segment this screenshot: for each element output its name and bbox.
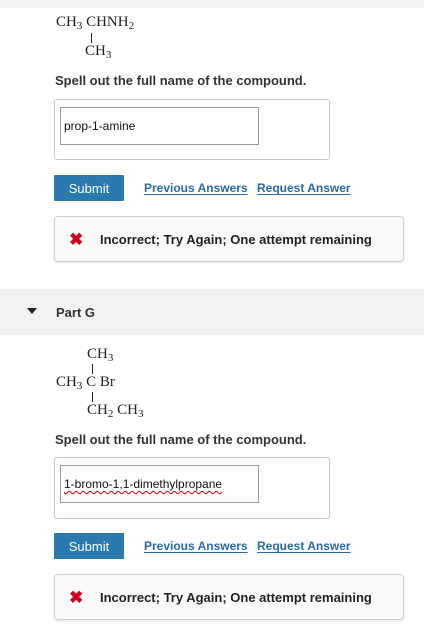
- bond-line: [91, 33, 92, 43]
- bond-line: [92, 364, 93, 374]
- bond-line: [92, 392, 93, 402]
- feedback-incorrect: ✖ Incorrect; Try Again; One attempt rema…: [54, 216, 404, 262]
- feedback-text: Incorrect; Try Again; One attempt remain…: [100, 231, 372, 247]
- submit-button[interactable]: Submit: [54, 533, 124, 559]
- request-answer-link[interactable]: Request Answer: [257, 181, 351, 195]
- feedback-text: Incorrect; Try Again; One attempt remain…: [100, 589, 372, 605]
- answer-input[interactable]: prop-1-amine: [60, 107, 259, 145]
- structure-top-group: CH3: [87, 346, 114, 364]
- previous-answers-link[interactable]: Previous Answers: [144, 181, 248, 195]
- structure-bottom-group: CH2 CH3: [87, 402, 144, 420]
- structure-main-chain: CH3 CHNH2: [56, 14, 135, 32]
- previous-part-header-strip: [0, 0, 424, 8]
- request-answer-link[interactable]: Request Answer: [257, 539, 351, 553]
- submit-button[interactable]: Submit: [54, 175, 124, 201]
- previous-answers-link[interactable]: Previous Answers: [144, 539, 248, 553]
- caret-down-icon[interactable]: [27, 308, 37, 314]
- question-prompt: Spell out the full name of the compound.: [55, 73, 307, 88]
- feedback-incorrect: ✖ Incorrect; Try Again; One attempt rema…: [54, 574, 404, 620]
- question-prompt: Spell out the full name of the compound.: [55, 432, 307, 447]
- structure-branch: CH3: [85, 43, 112, 61]
- part-title[interactable]: Part G: [56, 305, 95, 320]
- structure-middle-row: CH3 C Br: [56, 374, 115, 392]
- answer-input[interactable]: 1-bromo-1,1-dimethylpropane: [60, 465, 259, 503]
- x-mark-icon: ✖: [69, 587, 84, 607]
- x-mark-icon: ✖: [69, 229, 84, 249]
